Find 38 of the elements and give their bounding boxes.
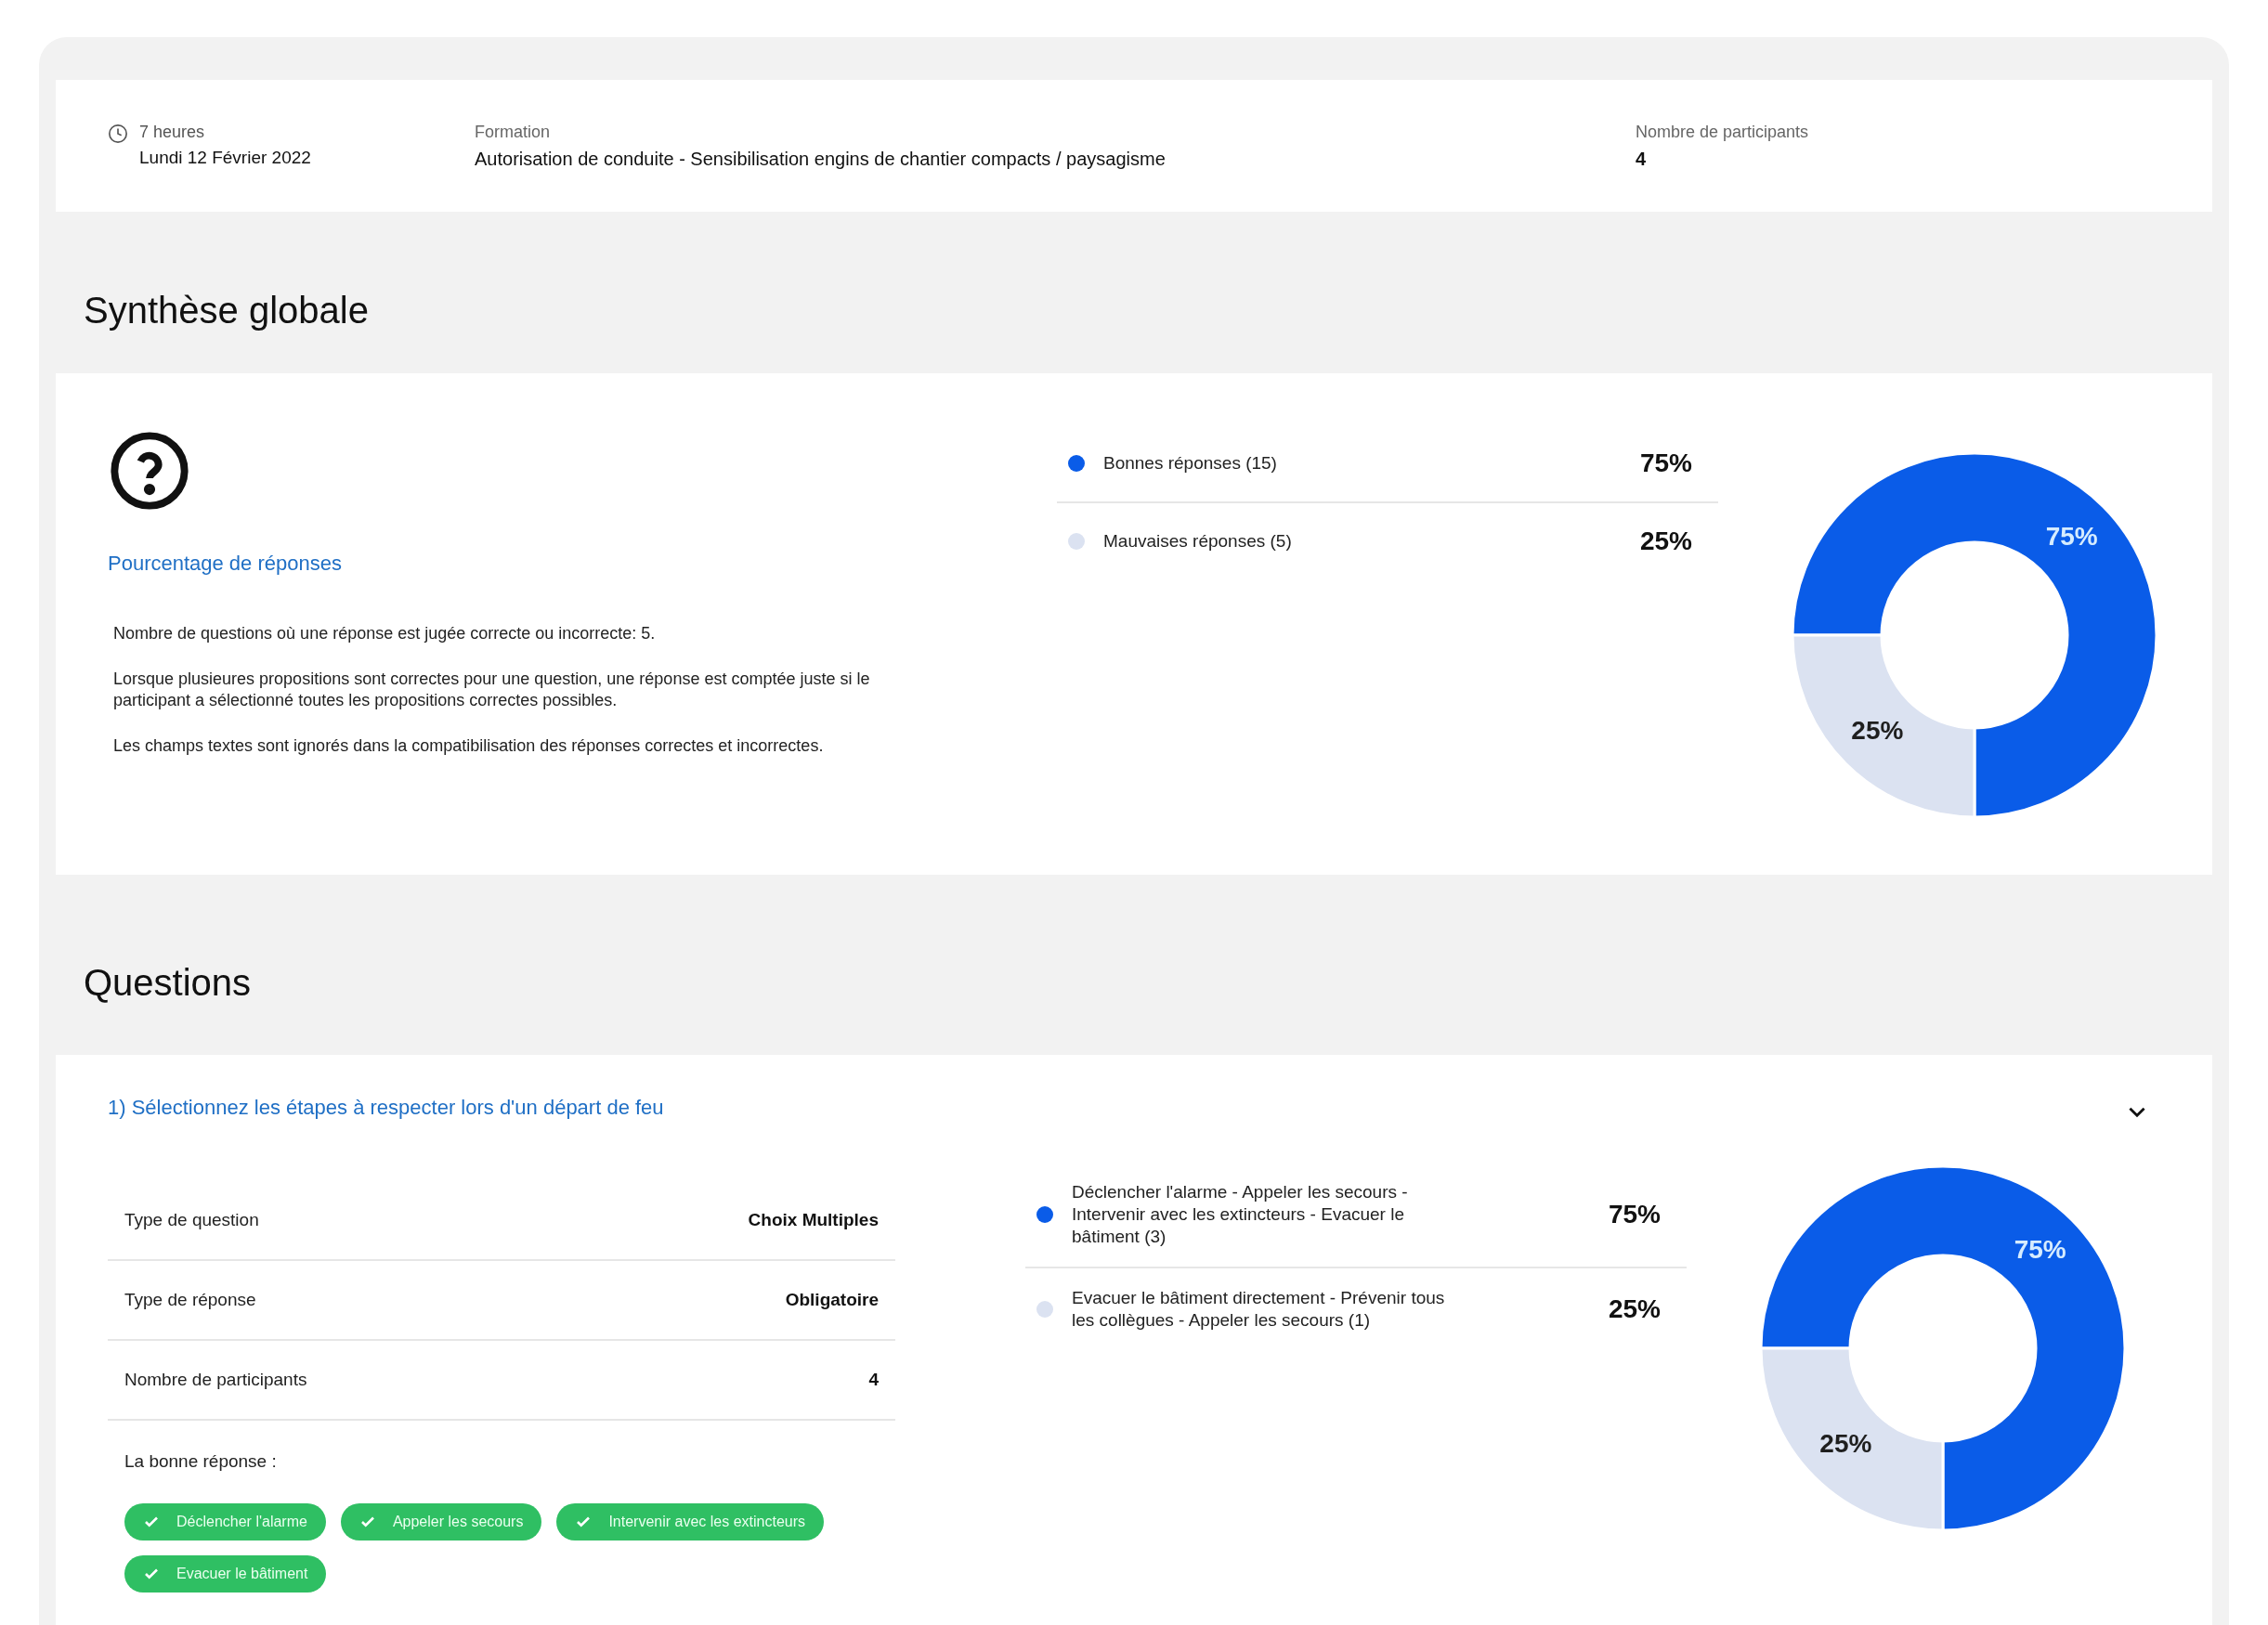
legend-percent: 25% (1608, 1294, 1662, 1325)
legend-percent: 75% (1608, 1199, 1662, 1230)
formation-text: Autorisation de conduite - Sensibilisation engins de chantier compacts / paysagisme (475, 147, 1167, 171)
section-title: Questions (84, 961, 253, 1005)
detail-label: Nombre de participants (124, 1368, 307, 1391)
legend-label: Mauvaises réponses (5) (1103, 530, 1293, 552)
slice-label: 25% (1819, 1429, 1872, 1459)
section-title: Synthèse globale (84, 289, 370, 332)
detail-value: 4 (868, 1368, 879, 1391)
formation-label: Formation (475, 121, 552, 143)
info-paragraph: Nombre de questions où une réponse est jugée correcte ou incorrecte: 5. (113, 623, 657, 644)
duration-text: 7 heures (139, 122, 206, 144)
correct-answer-tag: Déclencher l'alarme (124, 1502, 326, 1540)
participants-count: 4 (1636, 147, 1648, 171)
answer-label: La bonne réponse : (124, 1450, 278, 1473)
detail-value: Obligatoire (785, 1288, 879, 1311)
slice-label: 75% (2045, 521, 2098, 551)
detail-label: Type de question (124, 1208, 259, 1231)
legend-label: Evacuer le bâtiment directement - Prévenir tous les collègues - Appeler les secours (1) (1072, 1287, 1446, 1332)
info-paragraph: Lorsque plusieures propositions sont correctes pour une question, une réponse est comptée juste si le participant a sélectionné toutes les propositions correctes possibles. (113, 669, 871, 711)
correct-answer-tag: Intervenir avec les extincteurs (556, 1502, 825, 1540)
help-icon (110, 431, 189, 511)
participants-label: Nombre de participants (1636, 121, 1809, 143)
legend-label: Bonnes réponses (15) (1103, 452, 1278, 474)
detail-value: Choix Multiples (748, 1208, 879, 1231)
legend-label: Déclencher l'alarme - Appeler les secours - Intervenir avec les extincteurs - Evacuer le bâtiment (3) (1072, 1181, 1409, 1248)
date-text: Lundi 12 Février 2022 (139, 147, 311, 170)
detail-label: Type de réponse (124, 1288, 256, 1311)
slice-label: 25% (1851, 716, 1904, 746)
legend-percent: 25% (1639, 526, 1693, 557)
question-title: 1) Sélectionnez les étapes à respecter lors d'un départ de feu (108, 1094, 664, 1121)
correct-answer-tag: Evacuer le bâtiment (124, 1554, 327, 1592)
slice-label: 75% (2014, 1234, 2066, 1264)
legend-percent: 75% (1639, 448, 1693, 479)
clock-icon (108, 124, 128, 145)
subtitle: Pourcentage de réponses (108, 551, 343, 577)
info-paragraph: Les champs textes sont ignorés dans la compatibilisation des réponses correctes et incorrectes. (113, 735, 825, 757)
correct-answer-tag: Appeler les secours (340, 1502, 542, 1540)
